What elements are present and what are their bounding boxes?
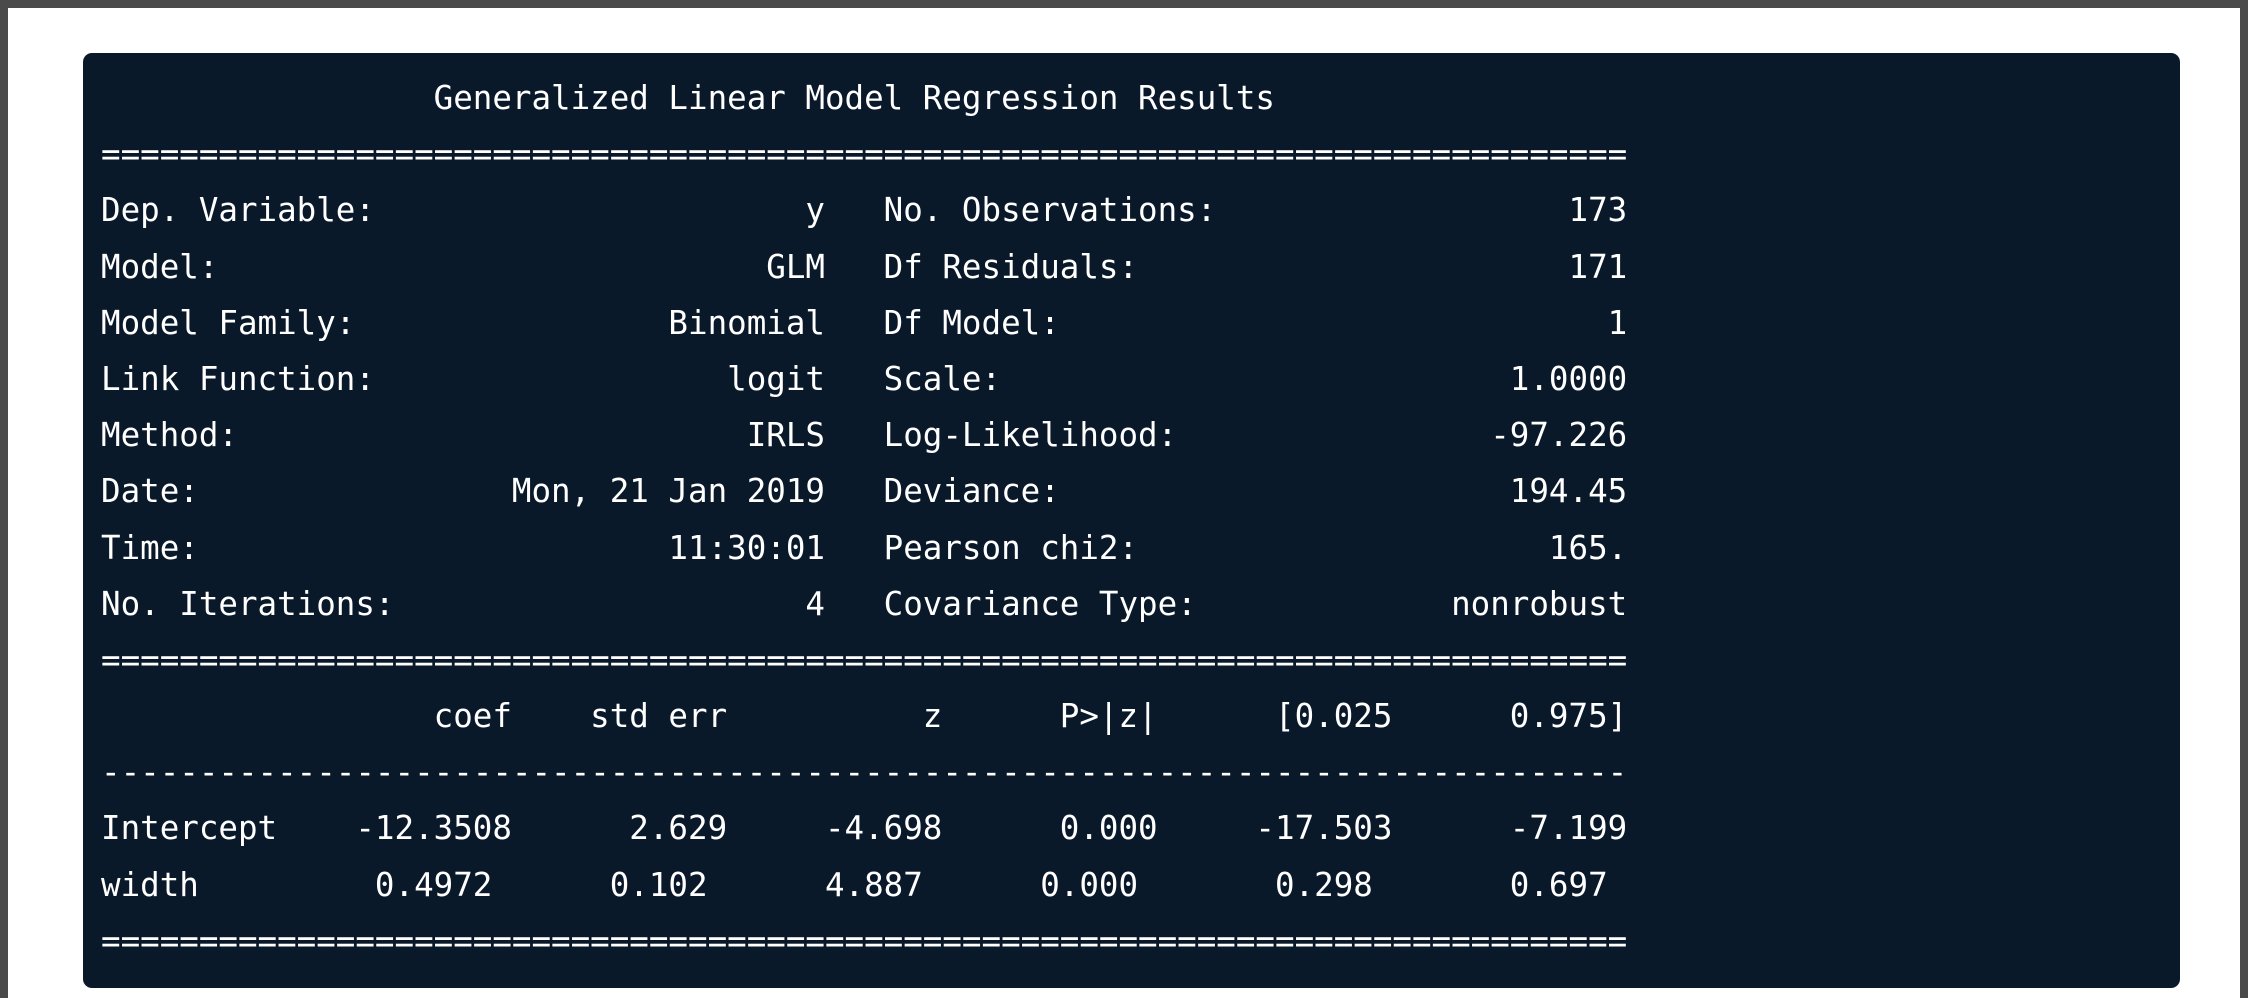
summary-title: Generalized Linear Model Regression Resu…	[101, 79, 1628, 117]
dashed-separator-line: ----------------------------------------…	[101, 753, 1628, 792]
coef-row-intercept: Intercept -12.3508 2.629 -4.698 0.000 -1…	[101, 809, 1628, 848]
summary-row-iterations: No. Iterations: 4 Covariance Type: nonro…	[101, 584, 1628, 623]
summary-row-model-family: Model Family: Binomial Df Model: 1	[101, 303, 1628, 342]
summary-row-method: Method: IRLS Log-Likelihood: -97.226	[101, 416, 1628, 455]
summary-row-date: Date: Mon, 21 Jan 2019 Deviance: 194.45	[101, 472, 1628, 511]
summary-row-dep-variable: Dep. Variable: y No. Observations: 173	[101, 191, 1628, 230]
summary-row-link-function: Link Function: logit Scale: 1.0000	[101, 359, 1628, 398]
separator-line: ========================================…	[101, 640, 1628, 679]
separator-line: ========================================…	[101, 921, 1628, 960]
coef-table-header: coef std err z P>|z| [0.025 0.975]	[101, 697, 1628, 736]
separator-line: ========================================…	[101, 135, 1628, 174]
summary-row-time: Time: 11:30:01 Pearson chi2: 165.	[101, 528, 1628, 567]
coef-row-width: width 0.4972 0.102 4.887 0.000 0.298 0.6…	[101, 865, 1608, 904]
summary-row-model: Model: GLM Df Residuals: 171	[101, 247, 1628, 286]
glm-regression-summary: Generalized Linear Model Regression Resu…	[101, 70, 1627, 969]
